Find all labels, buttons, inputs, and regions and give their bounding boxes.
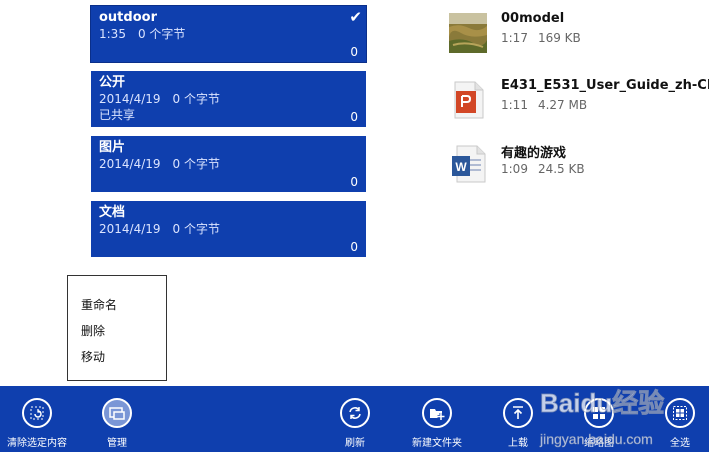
refresh-icon	[340, 398, 370, 428]
folder-meta: 2014/4/19 0 个字节	[99, 222, 220, 236]
file-item-user-guide[interactable]: E431_E531_User_Guide_zh-CHS 1:11 4.27 MB	[447, 76, 709, 126]
manage-button[interactable]: 管理	[79, 386, 155, 452]
folder-item-count: 0	[350, 240, 358, 254]
new-folder-button[interactable]: 新建文件夹	[399, 386, 475, 452]
folder-meta: 2014/4/19 0 个字节	[99, 92, 220, 106]
pdf-icon	[454, 81, 484, 119]
manage-icon	[102, 398, 132, 428]
select-all-label: 全选	[670, 438, 690, 449]
menu-item-move[interactable]: 移动	[81, 348, 105, 365]
folder-item-count: 0	[350, 45, 358, 59]
manage-label: 管理	[107, 438, 127, 449]
folder-name: 公开	[99, 75, 126, 90]
folder-name: outdoor	[99, 10, 157, 25]
thumbnails-button[interactable]: 缩略图	[561, 386, 637, 452]
folder-tile-outdoor[interactable]: outdoor 1:35 0 个字节 ✔ 0	[90, 5, 367, 63]
file-name: 00model	[501, 11, 565, 26]
new-folder-label: 新建文件夹	[412, 438, 462, 449]
refresh-button[interactable]: 刷新	[317, 386, 393, 452]
folder-name: 图片	[99, 140, 126, 155]
folder-item-count: 0	[350, 175, 358, 189]
menu-item-rename[interactable]: 重命名	[81, 296, 117, 313]
checkmark-icon: ✔	[349, 8, 362, 26]
file-meta: 1:09 24.5 KB	[501, 162, 585, 176]
file-meta: 1:11 4.27 MB	[501, 98, 588, 112]
folder-meta: 1:35 0 个字节	[99, 27, 186, 41]
image-thumbnail-icon	[449, 13, 487, 53]
refresh-label: 刷新	[345, 438, 365, 449]
folder-tile-public[interactable]: 公开 2014/4/19 0 个字节 已共享 0	[91, 71, 366, 127]
select-all-button[interactable]: 全选	[642, 386, 709, 452]
upload-button[interactable]: 上载	[480, 386, 556, 452]
thumbnails-icon	[584, 398, 614, 428]
folder-tile-documents[interactable]: 文档 2014/4/19 0 个字节 0	[91, 201, 366, 257]
file-item-fun-games[interactable]: W 有趣的游戏 1:09 24.5 KB	[447, 140, 707, 190]
folder-meta: 2014/4/19 0 个字节	[99, 157, 220, 171]
clear-selection-button[interactable]: 清除选定内容	[0, 386, 75, 452]
menu-item-delete[interactable]: 删除	[81, 322, 105, 339]
clear-selection-label: 清除选定内容	[7, 438, 67, 449]
app-bar: 清除选定内容 管理 刷新 新建文件夹 上载 缩略图 全选	[0, 386, 709, 452]
select-all-icon	[665, 398, 695, 428]
thumbnails-label: 缩略图	[584, 438, 614, 449]
folder-item-count: 0	[350, 110, 358, 124]
folder-tile-pictures[interactable]: 图片 2014/4/19 0 个字节 0	[91, 136, 366, 192]
file-meta: 1:17 169 KB	[501, 31, 581, 45]
new-folder-icon	[422, 398, 452, 428]
svg-text:W: W	[455, 160, 467, 174]
file-name: E431_E531_User_Guide_zh-CHS	[501, 78, 709, 93]
upload-icon	[503, 398, 533, 428]
folder-name: 文档	[99, 205, 126, 220]
file-name: 有趣的游戏	[501, 146, 567, 161]
file-item-00model[interactable]: 00model 1:17 169 KB	[447, 9, 707, 59]
context-menu: 重命名 删除 移动	[67, 275, 167, 381]
shared-status: 已共享	[99, 108, 136, 122]
clear-selection-icon	[22, 398, 52, 428]
word-doc-icon: W	[452, 145, 486, 183]
upload-label: 上载	[508, 438, 528, 449]
